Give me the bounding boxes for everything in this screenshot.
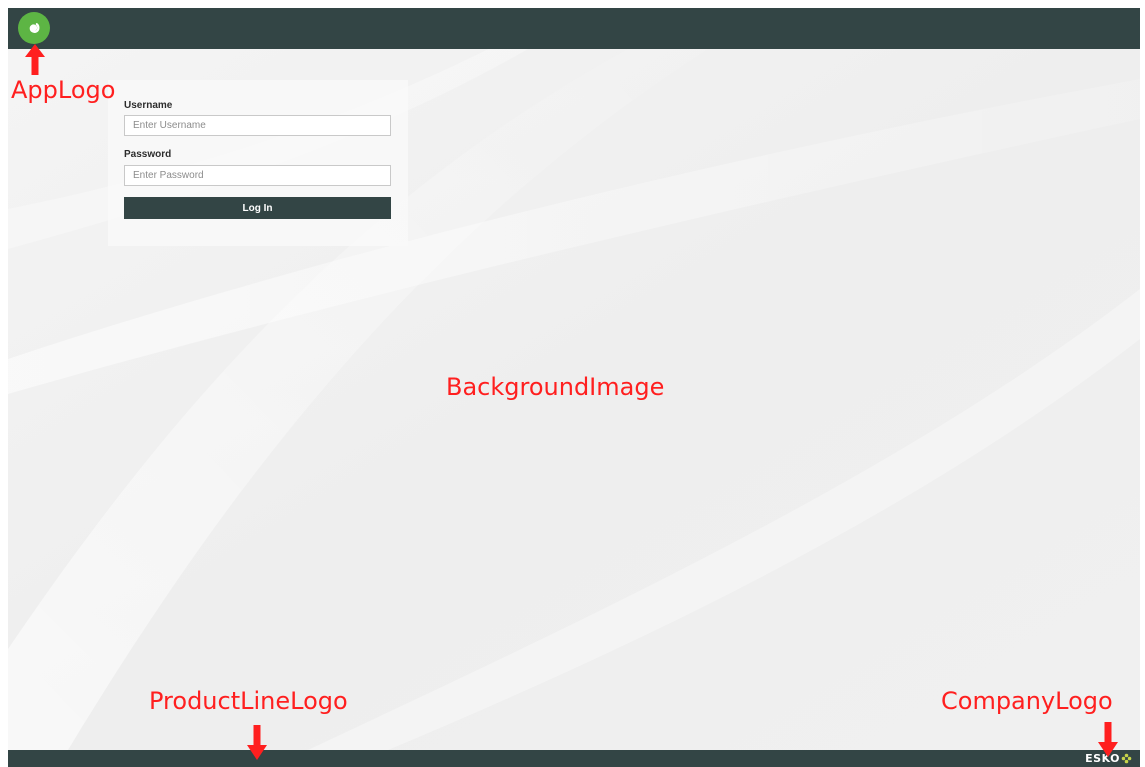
flower-icon — [1121, 753, 1132, 764]
login-panel: Username Password Log In — [108, 80, 408, 246]
annotation-company-logo: CompanyLogo — [941, 687, 1113, 715]
username-input[interactable] — [124, 115, 391, 136]
annotation-product-line-logo: ProductLineLogo — [149, 687, 348, 715]
arrow-icon — [247, 725, 267, 760]
top-bar — [8, 8, 1140, 49]
bottom-bar: ESKO — [8, 750, 1140, 767]
arrow-icon — [25, 44, 45, 75]
login-button[interactable]: Log In — [124, 197, 391, 219]
username-label: Username — [124, 100, 173, 111]
app-logo-icon[interactable] — [18, 12, 50, 44]
arrow-icon — [1098, 722, 1118, 757]
password-label: Password — [124, 149, 172, 160]
password-input[interactable] — [124, 165, 391, 186]
annotation-app-logo: AppLogo — [11, 76, 116, 104]
annotation-background-image: BackgroundImage — [446, 373, 665, 401]
spiral-icon — [29, 23, 40, 33]
